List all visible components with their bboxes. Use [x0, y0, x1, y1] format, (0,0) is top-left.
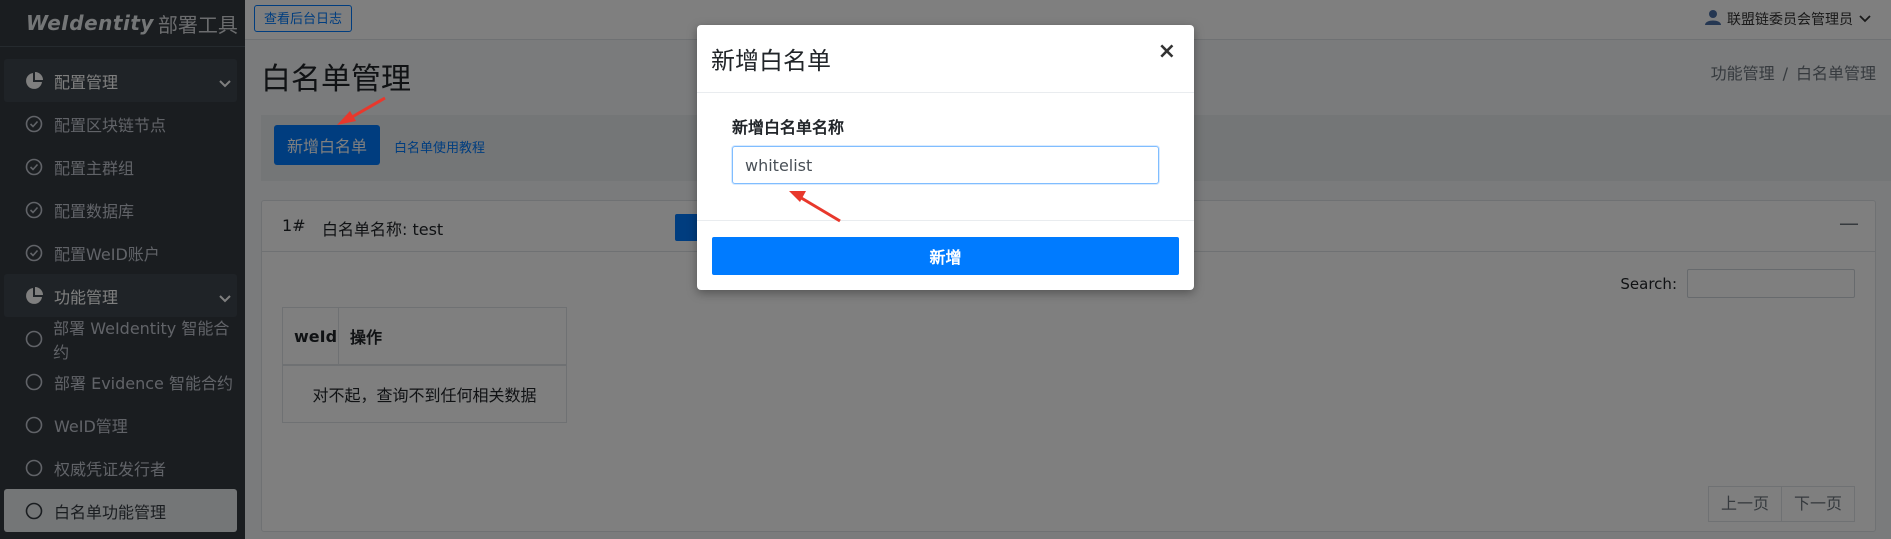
- modal-title: 新增白名单: [711, 47, 831, 75]
- whitelist-name-label: 新增白名单名称: [732, 118, 845, 137]
- whitelist-name-input[interactable]: [732, 146, 1159, 184]
- modal-header: 新增白名单 ×: [697, 25, 1194, 93]
- close-icon[interactable]: ×: [1158, 41, 1176, 63]
- add-whitelist-modal: 新增白名单 × 新增白名单名称 新增: [697, 25, 1194, 290]
- modal-footer: 新增: [697, 220, 1194, 291]
- submit-add-button[interactable]: 新增: [712, 237, 1179, 275]
